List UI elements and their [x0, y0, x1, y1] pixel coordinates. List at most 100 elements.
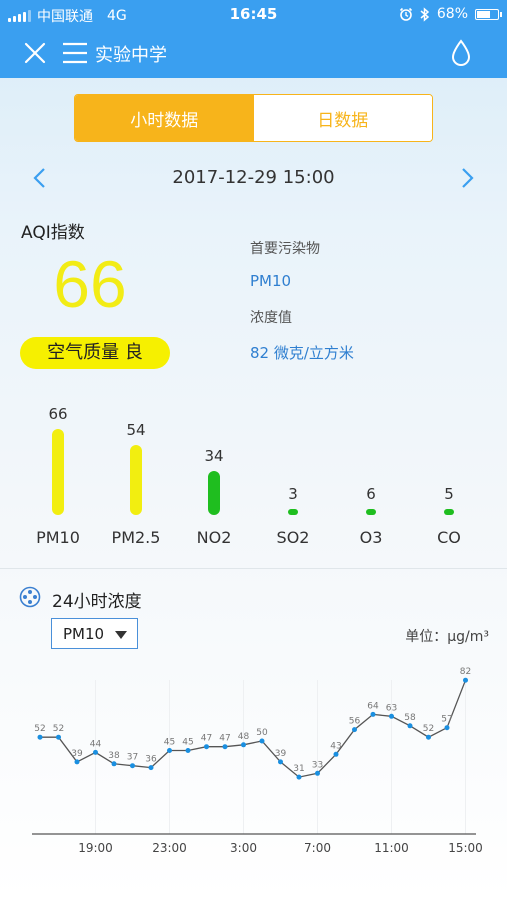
data-point — [130, 763, 135, 769]
data-label: 39 — [275, 749, 287, 759]
data-label: 52 — [34, 724, 45, 734]
chevron-right-icon[interactable] — [457, 166, 477, 190]
data-label: 33 — [312, 760, 323, 770]
pollutant-co: 5 CO — [414, 395, 484, 560]
pollutant-name: PM10 — [36, 528, 80, 547]
data-point — [259, 738, 265, 744]
pollutant-bars: 66 PM10 54 PM2.5 34 NO2 3 SO2 6 O3 5 CO — [0, 395, 507, 560]
date-label: 2017-12-29 15:00 — [172, 167, 335, 188]
data-label: 48 — [238, 732, 250, 742]
data-point — [463, 677, 468, 683]
data-label: 82 — [460, 667, 471, 677]
pollutant-pm10: 66 PM10 — [23, 395, 93, 560]
data-point — [93, 749, 98, 755]
concentration-label: 浓度值 — [250, 310, 292, 326]
pollutant-so2: 3 SO2 — [258, 395, 328, 560]
tab-hourly[interactable]: 小时数据 — [75, 95, 254, 141]
data-point — [352, 727, 357, 733]
x-tick-label: 23:00 — [152, 841, 187, 855]
pollutant-bar — [366, 509, 376, 515]
pollutant-bar — [208, 470, 220, 515]
data-point — [407, 723, 413, 729]
drop-icon[interactable] — [449, 38, 473, 68]
x-tick-label: 7:00 — [304, 841, 331, 855]
pollutant-name: PM2.5 — [111, 528, 161, 547]
data-point — [370, 711, 376, 717]
data-label: 43 — [330, 741, 341, 751]
pollutant-value: 3 — [288, 485, 298, 503]
concentration-title: 24小时浓度 — [52, 592, 142, 612]
pollutant-name: SO2 — [276, 528, 310, 547]
unit-label: 单位：μg/m³ — [405, 629, 489, 645]
data-point — [333, 751, 339, 757]
data-label: 52 — [423, 724, 434, 734]
data-label: 39 — [71, 749, 83, 759]
data-point — [315, 770, 320, 776]
data-label: 36 — [145, 755, 157, 765]
pollutant-value: 34 — [204, 446, 224, 465]
data-point — [167, 748, 172, 753]
data-label: 57 — [441, 715, 452, 725]
data-label: 37 — [127, 753, 138, 763]
data-point — [204, 744, 209, 750]
data-point — [37, 734, 43, 740]
data-point — [222, 744, 228, 750]
pollutant-name: NO2 — [196, 528, 232, 547]
caret-down-icon — [115, 631, 127, 639]
menu-icon[interactable] — [62, 41, 88, 65]
data-point — [278, 759, 283, 765]
pollutant-bar — [52, 429, 64, 515]
nav-bar: 实验中学 — [0, 30, 507, 78]
pollutant-bar — [130, 444, 142, 515]
x-tick-label: 11:00 — [374, 841, 409, 855]
status-bar: 中国联通 4G 16:45 68% — [0, 0, 507, 30]
data-label: 47 — [201, 734, 212, 744]
data-label: 58 — [404, 713, 416, 723]
pollutant-select-value: PM10 — [63, 625, 105, 643]
data-label: 50 — [256, 728, 268, 738]
primary-pollutant-value: PM10 — [250, 272, 292, 290]
x-tick-label: 15:00 — [448, 841, 483, 855]
pollutant-bar — [444, 509, 454, 515]
data-label: 31 — [293, 764, 304, 774]
alarm-icon — [399, 7, 412, 21]
concentration-value: 82 微克/立方米 — [250, 344, 354, 362]
tab-daily[interactable]: 日数据 — [253, 95, 432, 141]
data-point — [111, 761, 117, 767]
battery-percent: 68% — [436, 6, 468, 22]
pollutant-name: CO — [437, 528, 461, 547]
data-label: 52 — [53, 724, 64, 734]
pollutant-value: 5 — [444, 485, 454, 503]
nav-title: 实验中学 — [95, 45, 167, 66]
quality-badge: 空气质量 良 — [20, 337, 170, 369]
pollutant-o3: 6 O3 — [336, 395, 406, 560]
data-label: 47 — [219, 734, 230, 744]
date-navigator: 2017-12-29 15:00 — [0, 160, 507, 196]
pollutant-value: 54 — [126, 420, 146, 439]
pollutant-select[interactable]: PM10 — [51, 618, 138, 649]
bluetooth-icon — [420, 6, 430, 22]
data-point — [185, 748, 191, 753]
battery-icon — [475, 8, 502, 20]
data-type-tabs: 小时数据 日数据 — [74, 94, 433, 142]
data-point — [74, 759, 80, 765]
close-icon[interactable] — [22, 40, 48, 66]
x-tick-label: 3:00 — [230, 841, 257, 855]
x-tick-label: 19:00 — [78, 841, 113, 855]
data-label: 45 — [182, 738, 193, 748]
data-point — [241, 742, 246, 748]
data-label: 63 — [386, 703, 397, 713]
data-point — [296, 774, 302, 780]
aqi-value: 66 — [53, 247, 127, 321]
pollutant-no2: 34 NO2 — [179, 395, 249, 560]
data-point — [444, 725, 450, 731]
data-label: 38 — [108, 751, 120, 761]
data-label: 44 — [90, 739, 102, 749]
film-reel-icon — [19, 586, 41, 608]
data-point — [426, 734, 431, 740]
data-label: 56 — [349, 717, 361, 727]
primary-pollutant-label: 首要污染物 — [250, 241, 320, 257]
pollutant-value: 66 — [48, 405, 68, 424]
data-point — [148, 765, 154, 771]
pollutant-value: 6 — [366, 485, 376, 503]
